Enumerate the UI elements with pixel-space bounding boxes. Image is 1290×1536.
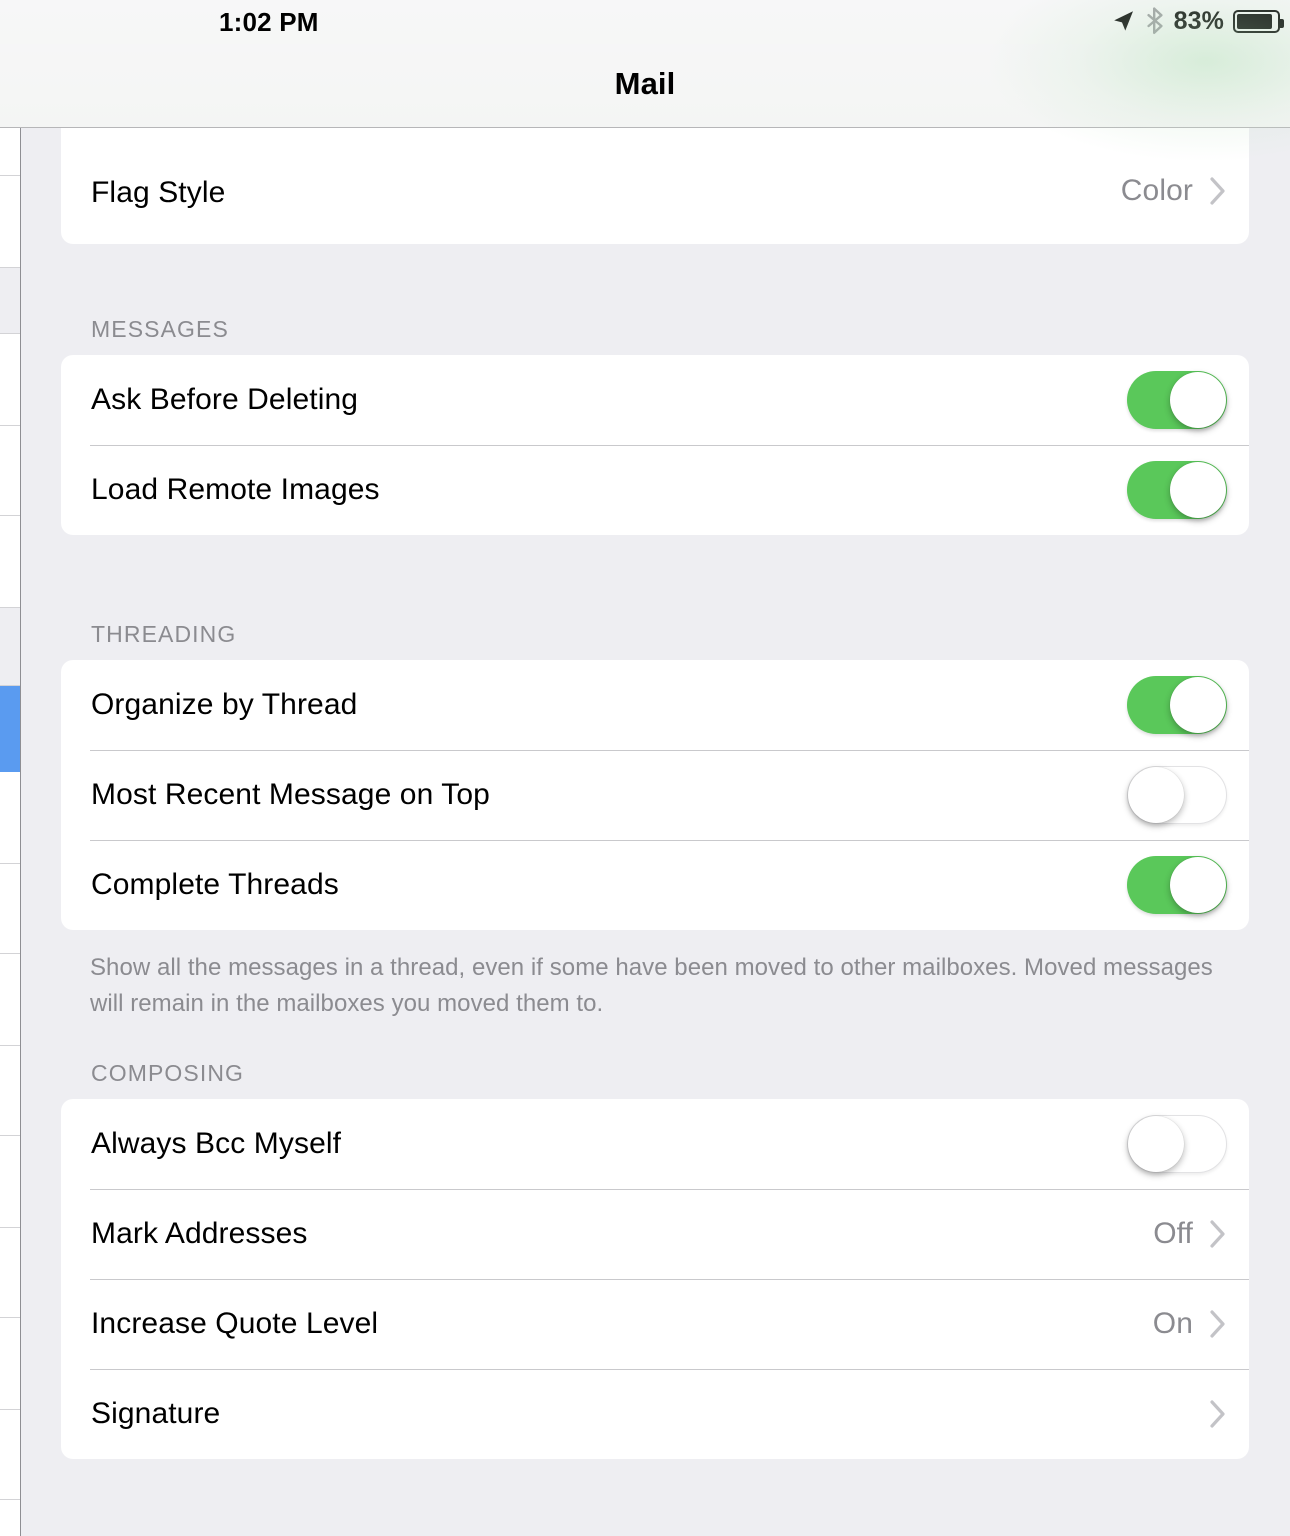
row-accessory: Off [1153,1217,1227,1251]
row-label: Mark Addresses [91,1217,308,1250]
row-label: Always Bcc Myself [91,1127,342,1160]
row-label: Load Remote Images [91,473,380,506]
chevron-right-icon [1210,1400,1225,1428]
chevron-right-icon [1210,1220,1225,1248]
status-bar-indicators: 83% [1110,6,1284,36]
row-accessory: Color [1121,174,1227,208]
section-footer-threading: Show all the messages in a thread, even … [90,954,1213,1017]
section-header-threading: THREADING [91,621,237,647]
row-accessory [1127,1115,1227,1173]
row-label: Increase Quote Level [91,1307,379,1340]
row-signature[interactable]: Signature [61,1369,1249,1459]
sidebar-item[interactable] [0,1136,20,1228]
settings-master-sidebar[interactable] [0,128,21,1536]
threading-card: Organize by Thread Most Recent Message o… [61,660,1249,930]
sidebar-item[interactable] [0,1228,20,1318]
sidebar-group-gap [0,268,20,334]
sidebar-item-mail[interactable] [0,686,20,772]
row-accessory [1193,1399,1227,1429]
row-value: Off [1153,1217,1193,1250]
navigation-bar: Mail [0,44,1290,128]
row-accessory: On [1153,1307,1227,1341]
sidebar-item[interactable] [0,1410,20,1500]
status-bar: 1:02 PM 83% [0,0,1290,44]
row-increase-quote-level[interactable]: Increase Quote Level On [61,1279,1249,1369]
row-value: Color [1120,174,1193,207]
row-label: Organize by Thread [91,688,358,721]
page-title: Mail [614,66,676,101]
chevron-right-icon [1210,177,1225,205]
row-accessory [1127,856,1227,914]
row-complete-threads[interactable]: Complete Threads [61,840,1249,930]
messages-card: Ask Before Deleting Load Remote Images [61,355,1249,535]
sidebar-item[interactable] [0,772,20,864]
section-header-composing: COMPOSING [91,1060,245,1086]
row-always-bcc-myself[interactable]: Always Bcc Myself [61,1099,1249,1189]
switch-most-recent-message-on-top[interactable] [1127,766,1227,824]
switch-always-bcc-myself[interactable] [1127,1115,1227,1173]
status-bar-clock: 1:02 PM [219,7,319,37]
chevron-right-icon [1210,1310,1225,1338]
sidebar-item[interactable] [0,516,20,608]
row-accessory [1127,766,1227,824]
row-label: Most Recent Message on Top [91,778,490,811]
battery-percentage-label: 83% [1173,6,1224,35]
switch-load-remote-images[interactable] [1127,461,1227,519]
section-header-messages: MESSAGES [91,316,229,342]
sidebar-item[interactable] [0,1500,20,1536]
row-label: Ask Before Deleting [91,383,359,416]
sidebar-item[interactable] [0,426,20,516]
switch-complete-threads[interactable] [1127,856,1227,914]
sidebar-item[interactable] [0,1046,20,1136]
sidebar-item[interactable] [0,176,20,268]
row-mark-addresses[interactable]: Mark Addresses Off [61,1189,1249,1279]
sidebar-item[interactable] [0,1318,20,1410]
sidebar-item[interactable] [0,954,20,1046]
sidebar-group-gap [0,608,20,686]
sidebar-item[interactable] [0,128,20,176]
row-ask-before-deleting[interactable]: Ask Before Deleting [61,355,1249,445]
row-value: On [1152,1307,1193,1340]
mail-settings-detail-pane: Flag Style Color MESSAGES Ask Before Del… [22,128,1290,1536]
row-label: Signature [91,1397,221,1430]
sidebar-item[interactable] [0,864,20,954]
settings-screen: 1:02 PM 83% Mail Flag Style Color MESSAG… [0,0,1290,1536]
battery-icon [1233,9,1284,33]
row-organize-by-thread[interactable]: Organize by Thread [61,660,1249,750]
row-accessory [1127,371,1227,429]
sidebar-item[interactable] [0,334,20,426]
row-flag-style[interactable]: Flag Style Color [61,128,1249,238]
row-most-recent-message-on-top[interactable]: Most Recent Message on Top [61,750,1249,840]
row-accessory [1127,461,1227,519]
switch-organize-by-thread[interactable] [1127,676,1227,734]
flag-style-card: Flag Style Color [61,128,1249,244]
row-label: Complete Threads [91,868,339,901]
row-load-remote-images[interactable]: Load Remote Images [61,445,1249,535]
switch-ask-before-deleting[interactable] [1127,371,1227,429]
row-accessory [1127,676,1227,734]
composing-card: Always Bcc Myself Mark Addresses Off Inc… [61,1099,1249,1459]
location-arrow-icon [1113,11,1133,31]
bluetooth-icon [1147,7,1163,34]
row-label: Flag Style [91,176,226,209]
